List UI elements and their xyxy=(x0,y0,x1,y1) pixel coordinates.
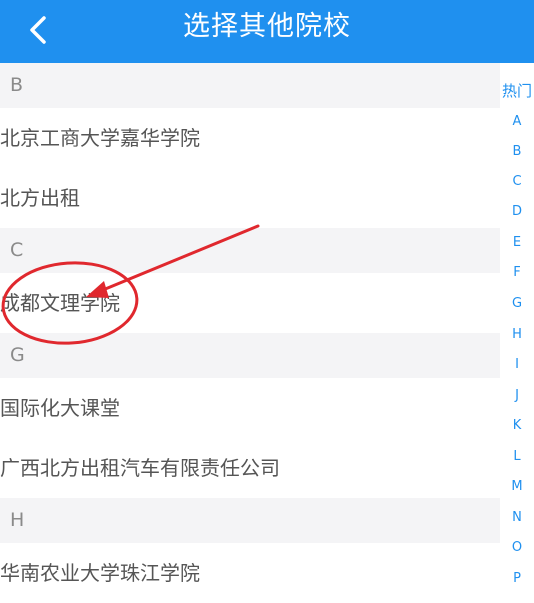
index-letter[interactable]: G xyxy=(500,296,534,311)
index-letter[interactable]: F xyxy=(500,265,534,280)
list-item[interactable]: 北方出租 xyxy=(0,168,500,228)
alphabet-index-bar[interactable]: 热门 A B C D E F G H I J K L M N O P xyxy=(500,63,534,601)
app-header: 选择其他院校 xyxy=(0,0,534,63)
section-header-h: H xyxy=(0,498,500,543)
list-item[interactable]: 广西北方出租汽车有限责任公司 xyxy=(0,438,500,498)
section-header-c: C xyxy=(0,228,500,273)
index-letter[interactable]: N xyxy=(500,510,534,525)
index-hot[interactable]: 热门 xyxy=(500,80,534,101)
school-list: B 北京工商大学嘉华学院 北方出租 C 成都文理学院 G 国际化大课堂 广西北方… xyxy=(0,63,500,603)
index-letter[interactable]: H xyxy=(500,327,534,342)
index-letter[interactable]: P xyxy=(500,571,534,586)
list-item[interactable]: 北京工商大学嘉华学院 xyxy=(0,108,500,168)
index-letter[interactable]: O xyxy=(500,540,534,555)
section-header-b: B xyxy=(0,63,500,108)
list-item[interactable]: 成都文理学院 xyxy=(0,273,500,333)
index-letter[interactable]: I xyxy=(500,357,534,372)
index-letter[interactable]: A xyxy=(500,114,534,129)
index-letter[interactable]: L xyxy=(500,449,534,464)
section-header-g: G xyxy=(0,333,500,378)
page-title: 选择其他院校 xyxy=(183,11,351,42)
index-letter[interactable]: D xyxy=(500,204,534,219)
index-letter[interactable]: E xyxy=(500,235,534,250)
list-item[interactable]: 华南农业大学珠江学院 xyxy=(0,543,500,603)
index-letter[interactable]: B xyxy=(500,144,534,159)
index-letter[interactable]: K xyxy=(500,418,534,433)
index-letter[interactable]: J xyxy=(500,388,534,403)
index-letter[interactable]: C xyxy=(500,174,534,189)
index-letter[interactable]: M xyxy=(500,479,534,494)
list-item[interactable]: 国际化大课堂 xyxy=(0,378,500,438)
